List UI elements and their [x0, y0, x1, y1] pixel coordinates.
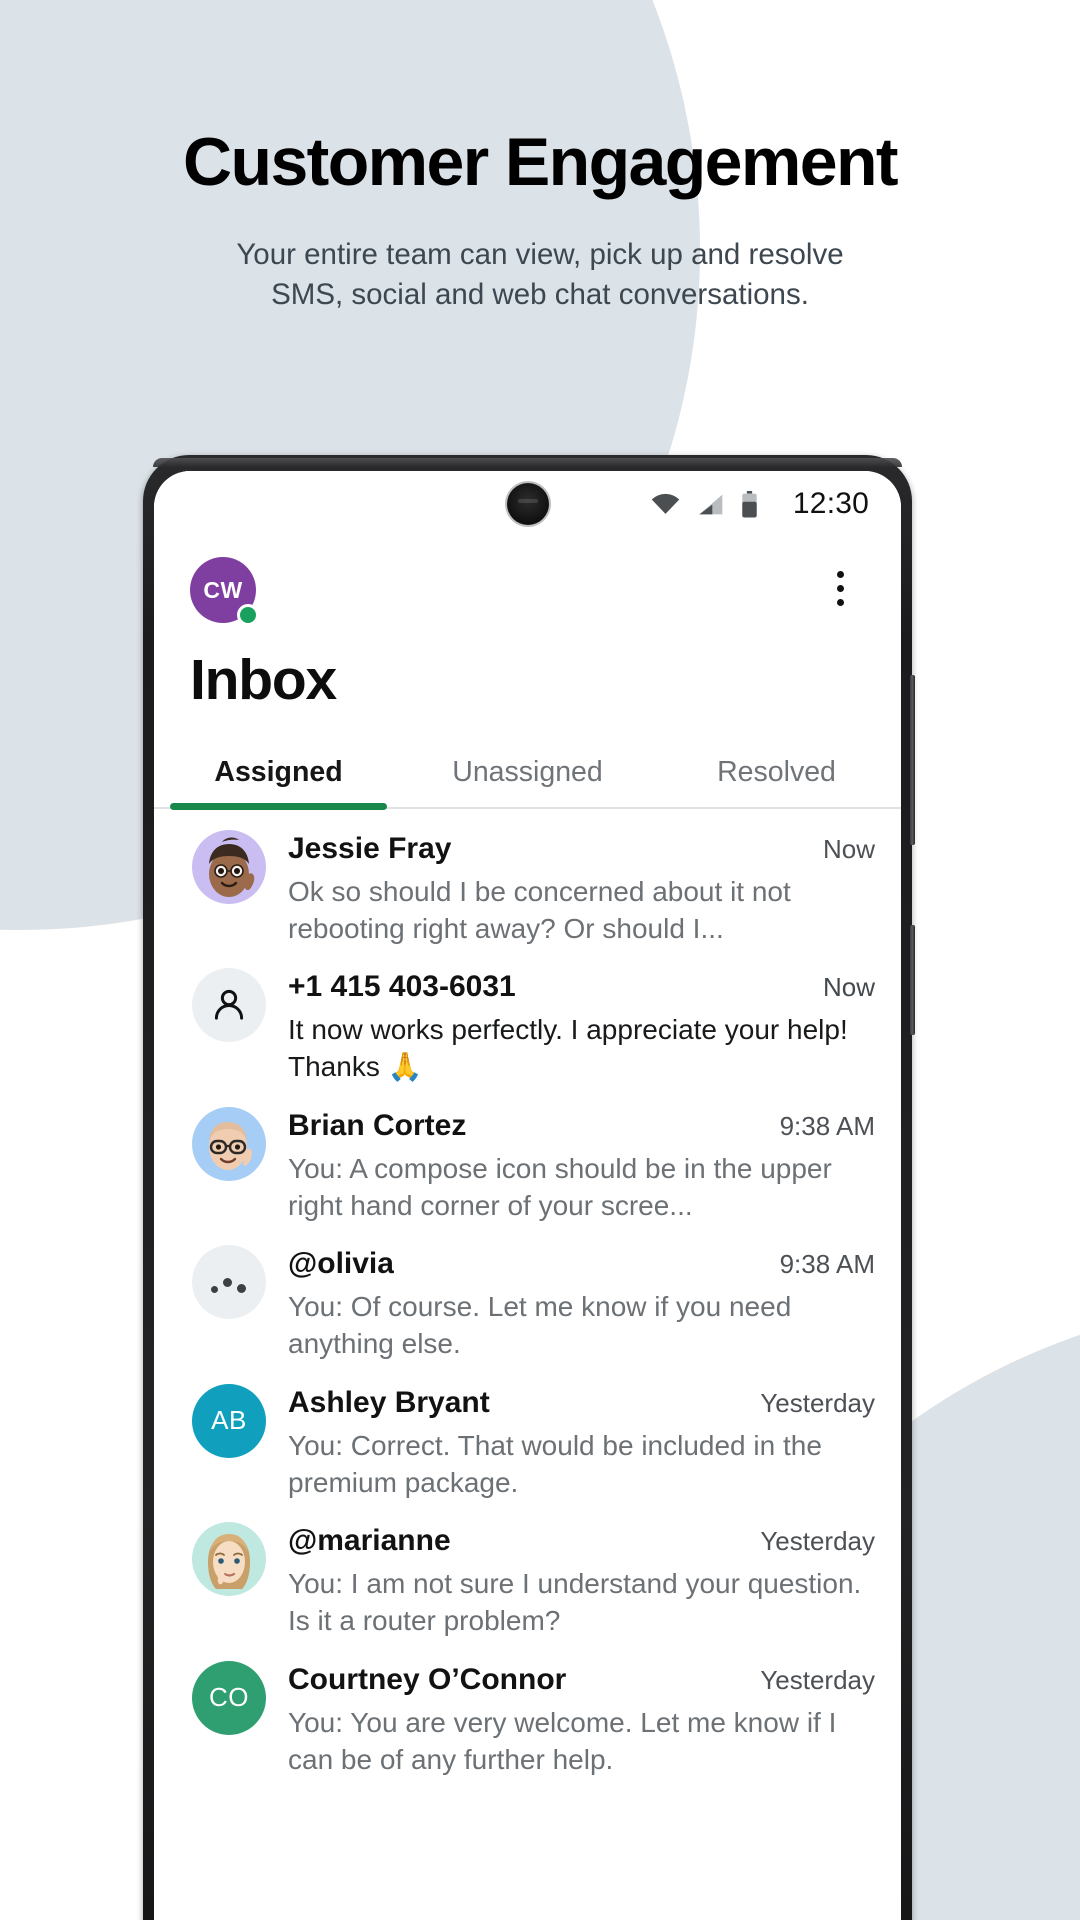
- page-subtitle-line-1: Your entire team can view, pick up and r…: [236, 238, 844, 272]
- status-bar: 12:30: [154, 471, 901, 537]
- conversation-preview: It now works perfectly. I appreciate you…: [288, 1014, 848, 1083]
- initials-avatar: AB: [192, 1383, 266, 1458]
- conversation-preview: You: You are very welcome. Let me know i…: [288, 1706, 837, 1775]
- initials-avatar: CO: [192, 1660, 266, 1735]
- conversation-name: Courtney O’Connor: [288, 1662, 567, 1696]
- user-avatar[interactable]: CW: [190, 557, 259, 626]
- conversation-timestamp: 9:38 AM: [779, 1249, 875, 1280]
- conversation-list: Jessie Fray Now Ok so should I be concer…: [154, 809, 901, 1778]
- conversation-name: Ashley Bryant: [288, 1385, 490, 1419]
- conversation-name: +1 415 403-6031: [288, 970, 516, 1004]
- conversation-row[interactable]: CO Courtney O’Connor Yesterday You: You …: [154, 1640, 901, 1778]
- conversation-header: @olivia 9:38 AM: [288, 1247, 875, 1281]
- power-button[interactable]: [910, 925, 915, 1035]
- wifi-icon: [651, 493, 680, 514]
- conversation-name: Brian Cortez: [288, 1108, 467, 1142]
- conversation-timestamp: 9:38 AM: [779, 1110, 875, 1141]
- conversation-row[interactable]: @olivia 9:38 AM You: Of course. Let me k…: [154, 1224, 901, 1362]
- conversation-row[interactable]: Jessie Fray Now Ok so should I be concer…: [154, 809, 901, 947]
- conversation-body: +1 415 403-6031 Now It now works perfect…: [288, 968, 875, 1085]
- conversation-header: Brian Cortez 9:38 AM: [288, 1109, 875, 1143]
- conversation-body: Brian Cortez 9:38 AM You: A compose icon…: [288, 1107, 875, 1224]
- conversation-timestamp: Yesterday: [760, 1387, 875, 1418]
- conversation-preview: You: I am not sure I understand your que…: [288, 1568, 862, 1637]
- memoji-avatar-icon: [192, 1106, 266, 1181]
- status-bar-clock: 12:30: [792, 487, 869, 520]
- inbox-tabs: Assigned Unassigned Resolved: [154, 756, 901, 810]
- page-subtitle-line-2: SMS, social and web chat conversations.: [271, 278, 809, 312]
- conversation-row[interactable]: @marianne Yesterday You: I am not sure I…: [154, 1501, 901, 1639]
- promo-page: Customer Engagement Your entire team can…: [0, 0, 1080, 1920]
- conversation-body: @olivia 9:38 AM You: Of course. Let me k…: [288, 1245, 875, 1362]
- conversation-body: @marianne Yesterday You: I am not sure I…: [288, 1522, 875, 1639]
- conversation-header: +1 415 403-6031 Now: [288, 970, 875, 1004]
- person-icon: [214, 990, 244, 1020]
- page-title: Customer Engagement: [183, 124, 899, 200]
- conversation-name: @olivia: [288, 1247, 394, 1281]
- conversation-body: Courtney O’Connor Yesterday You: You are…: [288, 1661, 875, 1778]
- conversation-header: @marianne Yesterday: [288, 1524, 875, 1558]
- phone-mockup: 12:30 CW Inbox Assigned Unassigned Resol…: [143, 455, 915, 1920]
- conversation-row[interactable]: Brian Cortez 9:38 AM You: A compose icon…: [154, 1086, 901, 1224]
- tab-resolved[interactable]: Resolved: [652, 756, 901, 807]
- conversation-body: Ashley Bryant Yesterday You: Correct. Th…: [288, 1384, 875, 1501]
- battery-icon: [742, 490, 757, 517]
- conversation-preview: Ok so should I be concerned about it not…: [288, 875, 791, 944]
- conversation-preview: You: Correct. That would be included in …: [288, 1429, 822, 1498]
- conversation-name: Jessie Fray: [288, 831, 452, 865]
- phone-screen: 12:30 CW Inbox Assigned Unassigned Resol…: [154, 471, 901, 1920]
- conversation-timestamp: Yesterday: [760, 1526, 875, 1557]
- memoji-marianne-icon: [208, 1534, 250, 1590]
- conversation-timestamp: Now: [822, 833, 875, 864]
- tab-unassigned[interactable]: Unassigned: [403, 756, 652, 807]
- status-bar-icons: 12:30: [651, 487, 869, 521]
- conversation-header: Jessie Fray Now: [288, 832, 875, 866]
- memoji-jessie-icon: [209, 837, 255, 897]
- memoji-avatar-icon: [192, 829, 266, 904]
- conversation-name: @marianne: [288, 1524, 451, 1558]
- person-placeholder-icon: [192, 968, 266, 1043]
- inbox-heading: Inbox: [190, 648, 337, 712]
- social-channel-icon: [192, 1245, 266, 1320]
- conversation-header: Courtney O’Connor Yesterday: [288, 1663, 875, 1697]
- memoji-brian-icon: [209, 1121, 252, 1170]
- volume-button[interactable]: [910, 675, 915, 845]
- conversation-preview: You: Of course. Let me know if you need …: [288, 1291, 792, 1360]
- avatar-initials: CO: [209, 1682, 249, 1712]
- conversation-row[interactable]: +1 415 403-6031 Now It now works perfect…: [154, 947, 901, 1085]
- conversation-header: Ashley Bryant Yesterday: [288, 1386, 875, 1420]
- front-camera-punch-hole: [506, 483, 549, 525]
- tab-assigned[interactable]: Assigned: [154, 756, 403, 810]
- overflow-menu-icon[interactable]: [819, 565, 861, 611]
- hero-copy: Customer Engagement Your entire team can…: [0, 124, 1080, 316]
- presence-online-indicator: [237, 604, 259, 626]
- conversation-timestamp: Yesterday: [760, 1664, 875, 1695]
- conversation-timestamp: Now: [822, 972, 875, 1003]
- app-header: CW: [154, 537, 901, 626]
- page-subtitle: Your entire team can view, pick up and r…: [0, 235, 1080, 315]
- avatar-initials: AB: [211, 1405, 247, 1436]
- conversation-body: Jessie Fray Now Ok so should I be concer…: [288, 830, 875, 947]
- cellular-signal-icon: [699, 494, 723, 514]
- conversation-row[interactable]: AB Ashley Bryant Yesterday You: Correct.…: [154, 1363, 901, 1501]
- memoji-avatar-icon: [192, 1522, 266, 1597]
- conversation-preview: You: A compose icon should be in the upp…: [288, 1152, 832, 1221]
